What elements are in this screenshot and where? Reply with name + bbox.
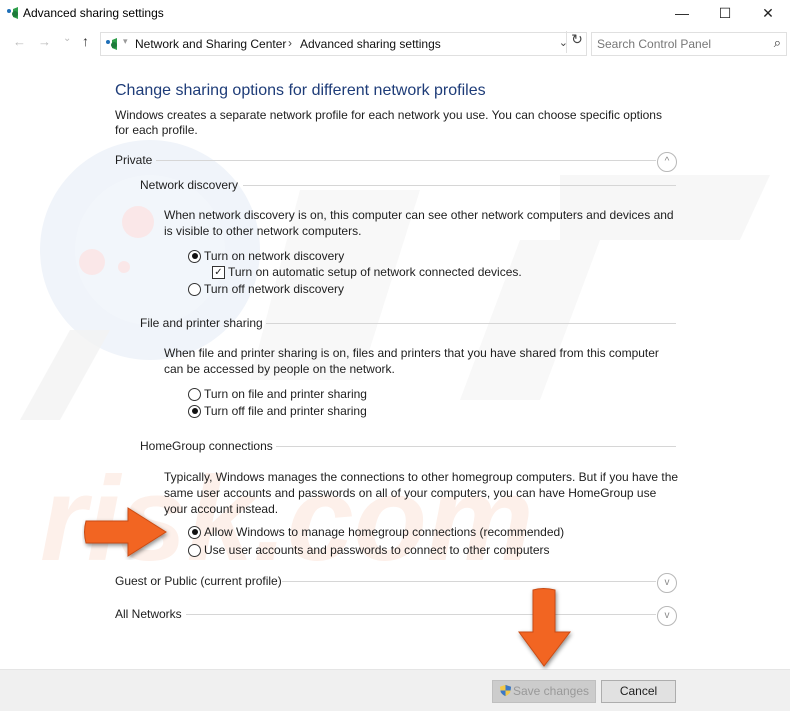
uac-shield-icon: [499, 684, 512, 697]
section-network-discovery-title: Network discovery: [140, 178, 239, 192]
search-input[interactable]: Search Control Panel ⌕: [591, 32, 787, 56]
breadcrumb-advanced-sharing[interactable]: Advanced sharing settings: [300, 37, 441, 51]
checkbox-checked[interactable]: ✓: [212, 265, 225, 279]
search-icon[interactable]: ⌕: [774, 35, 781, 51]
breadcrumb-separator[interactable]: ›: [288, 36, 292, 50]
radio-unselected[interactable]: [188, 543, 201, 557]
radio-turn-off-file-printer-sharing[interactable]: Turn off file and printer sharing: [188, 404, 367, 418]
refresh-icon[interactable]: ↻: [566, 31, 587, 53]
radio-allow-windows-manage-homegroup[interactable]: Allow Windows to manage homegroup connec…: [188, 525, 564, 539]
divider: [156, 160, 656, 161]
expand-guest-public-button[interactable]: v: [657, 573, 677, 593]
address-bar[interactable]: ▾ Network and Sharing Center › Advanced …: [100, 32, 587, 56]
radio-selected[interactable]: [188, 525, 201, 539]
annotation-arrow-down: [518, 588, 572, 667]
page-title: Change sharing options for different net…: [115, 82, 486, 99]
recent-locations-icon[interactable]: ⌄: [63, 33, 71, 44]
divider: [282, 581, 656, 582]
checkbox-automatic-setup[interactable]: ✓ Turn on automatic setup of network con…: [212, 265, 522, 279]
collapse-private-button[interactable]: ^: [657, 152, 677, 172]
profile-all-networks-label[interactable]: All Networks: [115, 607, 182, 621]
network-icon: [7, 7, 18, 19]
maximize-button[interactable]: ☐: [703, 0, 747, 26]
network-icon: [106, 38, 117, 50]
chevron-down-icon: v: [664, 577, 670, 588]
divider: [266, 323, 676, 324]
close-button[interactable]: ✕: [746, 0, 790, 26]
expand-all-networks-button[interactable]: v: [657, 606, 677, 626]
homegroup-description: Typically, Windows manages the connectio…: [164, 470, 679, 516]
back-icon[interactable]: ←: [13, 34, 26, 49]
section-file-printer-sharing-title: File and printer sharing: [140, 316, 263, 330]
radio-turn-on-network-discovery[interactable]: Turn on network discovery: [188, 249, 344, 263]
save-changes-button[interactable]: Save changes: [492, 680, 596, 703]
radio-use-user-accounts[interactable]: Use user accounts and passwords to conne…: [188, 543, 550, 557]
footer-bar: Save changes Cancel: [0, 669, 790, 711]
divider: [186, 614, 656, 615]
window-title: Advanced sharing settings: [23, 6, 164, 20]
chevron-down-icon: v: [664, 610, 670, 621]
radio-selected[interactable]: [188, 404, 201, 418]
option-label: Turn on file and printer sharing: [204, 387, 367, 401]
radio-unselected[interactable]: [188, 282, 201, 296]
search-placeholder: Search Control Panel: [597, 37, 712, 51]
radio-selected[interactable]: [188, 249, 201, 263]
file-printer-sharing-description: When file and printer sharing is on, fil…: [164, 346, 659, 376]
divider: [276, 446, 676, 447]
chevron-up-icon: ^: [664, 156, 670, 167]
navigation-bar: ← → ⌄ ↑ ▾ Network and Sharing Center › A…: [0, 30, 790, 56]
network-discovery-description: When network discovery is on, this compu…: [164, 208, 674, 238]
radio-turn-on-file-printer-sharing[interactable]: Turn on file and printer sharing: [188, 387, 367, 401]
annotation-arrow-right: [84, 507, 167, 557]
breadcrumb-root-chevron[interactable]: ▾: [123, 36, 128, 47]
up-icon[interactable]: ↑: [82, 33, 89, 49]
option-label: Use user accounts and passwords to conne…: [204, 543, 550, 557]
cancel-button[interactable]: Cancel: [601, 680, 676, 703]
option-label: Allow Windows to manage homegroup connec…: [204, 525, 565, 539]
minimize-button[interactable]: —: [660, 0, 704, 26]
option-label: Turn on automatic setup of network conne…: [228, 265, 522, 279]
divider: [243, 185, 676, 186]
option-label: Turn off file and printer sharing: [204, 404, 367, 418]
intro-text: Windows creates a separate network profi…: [115, 108, 662, 137]
profile-private-label[interactable]: Private: [115, 153, 152, 167]
save-changes-label: Save changes: [512, 684, 590, 698]
radio-unselected[interactable]: [188, 387, 201, 401]
section-homegroup-title: HomeGroup connections: [140, 439, 273, 453]
profile-guest-public-label[interactable]: Guest or Public (current profile): [115, 574, 282, 588]
option-label: Turn on network discovery: [204, 249, 345, 263]
title-bar: Advanced sharing settings — ☐ ✕: [0, 0, 790, 28]
option-label: Turn off network discovery: [204, 282, 345, 296]
radio-turn-off-network-discovery[interactable]: Turn off network discovery: [188, 282, 344, 296]
forward-icon[interactable]: →: [38, 34, 51, 49]
breadcrumb-network-sharing-center[interactable]: Network and Sharing Center: [135, 37, 286, 51]
